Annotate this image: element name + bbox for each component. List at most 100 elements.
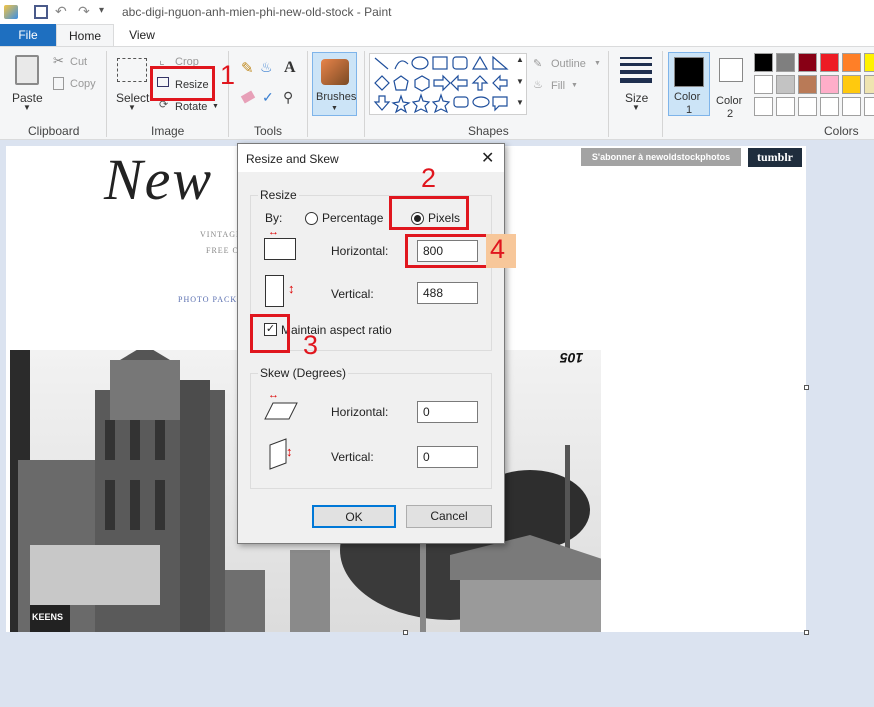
scissors-icon: ✂ (53, 53, 64, 68)
size-icon (620, 57, 652, 83)
annotation-number-2: 2 (421, 163, 437, 193)
palette-swatch[interactable] (842, 53, 861, 72)
close-icon[interactable]: ✕ (481, 148, 494, 168)
shapes-scroll-up-icon[interactable]: ▲ (516, 55, 524, 64)
tab-home[interactable]: Home (56, 24, 114, 47)
resize-handle-right[interactable] (804, 385, 809, 390)
skew-section-label: Skew (Degrees) (258, 366, 349, 380)
fill-icon: ♨ (533, 79, 543, 91)
tab-file[interactable]: File (0, 24, 56, 46)
vertical-resize-icon (265, 275, 284, 307)
maintain-aspect-label[interactable]: Maintain aspect ratio (281, 323, 392, 337)
annotation-number-3: 3 (303, 330, 319, 360)
skew-horizontal-arrow-icon: ↔ (268, 389, 279, 401)
paste-dropdown-icon[interactable]: ▼ (23, 103, 31, 112)
fill-button[interactable]: Fill (551, 80, 565, 92)
vertical-input[interactable]: 488 (417, 282, 478, 304)
annotation-number-1: 1 (220, 60, 236, 90)
dialog-title: Resize and Skew (246, 152, 339, 166)
skew-horizontal-input[interactable]: 0 (417, 401, 478, 423)
rotate-button[interactable]: Rotate (175, 101, 207, 113)
outline-dropdown-icon[interactable]: ▼ (594, 60, 601, 67)
palette-swatch[interactable] (864, 97, 874, 116)
shapes-scroll-down-icon[interactable]: ▼ (516, 77, 524, 86)
doc-vintage-text: VINTAGE (200, 230, 242, 239)
redo-icon[interactable]: ↷ (78, 3, 90, 20)
by-label: By: (265, 211, 283, 225)
palette-swatch[interactable] (754, 75, 773, 94)
resize-handle-corner[interactable] (804, 630, 809, 635)
palette-swatch[interactable] (820, 97, 839, 116)
undo-icon[interactable]: ↶ (55, 3, 67, 20)
palette-swatch[interactable] (842, 75, 861, 94)
horizontal-label: Horizontal: (331, 244, 389, 258)
tab-view[interactable]: View (114, 24, 170, 46)
magnifier-icon[interactable]: ⚲ (283, 89, 293, 106)
cut-button[interactable]: Cut (70, 56, 87, 68)
shapes-gallery[interactable] (369, 53, 527, 115)
cancel-button[interactable]: Cancel (406, 505, 492, 528)
annotation-box-pixels (389, 196, 469, 230)
color2-number: 2 (727, 108, 734, 120)
ok-button[interactable]: OK (312, 505, 396, 528)
save-icon[interactable] (34, 5, 48, 19)
outline-icon: ✎ (533, 58, 543, 70)
image-group-label: Image (151, 124, 185, 138)
ribbon: Paste ▼ ✂ Cut Copy Clipboard Select ▼ ⌞ … (0, 46, 874, 140)
copy-icon (53, 77, 64, 90)
outline-button[interactable]: Outline (551, 58, 586, 70)
resize-handle-bottom[interactable] (403, 630, 408, 635)
text-tool-icon[interactable]: A (284, 59, 296, 77)
skew-horizontal-label: Horizontal: (331, 405, 389, 419)
copy-button[interactable]: Copy (70, 78, 96, 90)
annotation-number-4: 4 (490, 234, 506, 264)
color1-number: 1 (686, 104, 693, 116)
color2-swatch (719, 58, 743, 82)
resize-section-label: Resize (258, 188, 299, 202)
percentage-label[interactable]: Percentage (322, 211, 383, 225)
window-title: abc-digi-nguon-anh-mien-phi-new-old-stoc… (122, 5, 392, 19)
vertical-label: Vertical: (331, 287, 374, 301)
palette-swatch[interactable] (864, 75, 874, 94)
horizontal-resize-icon (264, 238, 296, 260)
pencil-icon[interactable]: ✎ (241, 59, 254, 77)
color2-button[interactable]: Color 2 (713, 52, 747, 120)
palette-swatch[interactable] (754, 53, 773, 72)
annotation-box-checkbox (250, 314, 290, 353)
palette-swatch[interactable] (776, 97, 795, 116)
rotate-dropdown-icon[interactable]: ▼ (212, 103, 219, 110)
color-picker-icon[interactable]: ✓ (262, 89, 274, 106)
fill-dropdown-icon[interactable]: ▼ (571, 82, 578, 89)
brushes-button[interactable]: Brushes ▼ (312, 52, 357, 116)
skew-vertical-icon (269, 438, 287, 470)
shapes-more-icon[interactable]: ▼ (516, 98, 524, 107)
palette-swatch[interactable] (820, 53, 839, 72)
percentage-radio[interactable] (305, 212, 318, 225)
plate-number: 105 (560, 350, 584, 366)
palette-swatch[interactable] (820, 75, 839, 94)
palette-swatch[interactable] (776, 75, 795, 94)
tools-group-label: Tools (254, 124, 283, 138)
crop-icon: ⌞ (159, 53, 165, 67)
palette-swatch[interactable] (754, 97, 773, 116)
palette-swatch[interactable] (776, 53, 795, 72)
palette-swatch[interactable] (864, 53, 874, 72)
fill-bucket-icon[interactable]: ♨ (260, 59, 273, 76)
palette-swatch[interactable] (798, 53, 817, 72)
ribbon-tabs: File Home View (0, 24, 874, 47)
palette-swatch[interactable] (798, 75, 817, 94)
skew-section (250, 373, 492, 489)
palette-swatch[interactable] (798, 97, 817, 116)
dialog-titlebar: Resize and Skew ✕ (238, 144, 504, 172)
eraser-icon[interactable] (240, 90, 256, 104)
select-dropdown-icon[interactable]: ▼ (128, 103, 136, 112)
shapes-group-label: Shapes (468, 124, 509, 138)
color1-button[interactable]: Color 1 (668, 52, 710, 116)
clipboard-group-label: Clipboard (28, 124, 80, 138)
customize-qat-icon[interactable]: ▾ (99, 5, 104, 16)
skew-vertical-input[interactable]: 0 (417, 446, 478, 468)
palette-swatch[interactable] (842, 97, 861, 116)
doc-heading: New (104, 147, 214, 212)
tumblr-logo: tumblr (748, 148, 802, 167)
size-dropdown-icon[interactable]: ▼ (632, 103, 640, 112)
